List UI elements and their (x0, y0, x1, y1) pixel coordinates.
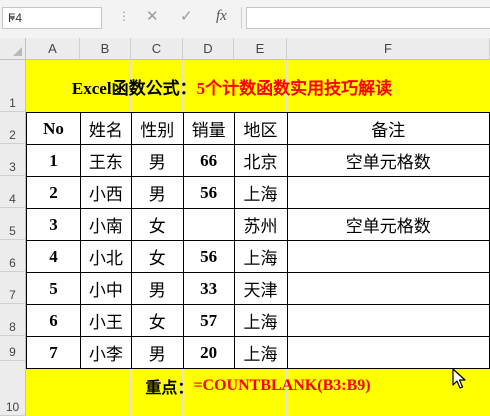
column-header-a[interactable]: A (26, 38, 80, 60)
row-header-5[interactable]: 5 (0, 208, 26, 240)
cell-remark[interactable] (286, 304, 490, 337)
cell-name[interactable]: 小中 (79, 272, 132, 305)
header-cell-remark[interactable]: 备注 (286, 112, 490, 145)
cell-no[interactable]: 6 (26, 304, 81, 337)
cell-name[interactable]: 小南 (79, 208, 132, 241)
table-row: 3 小南 女 苏州 空单元格数 (26, 208, 490, 241)
cell-name[interactable]: 小西 (79, 176, 132, 209)
cell-sales[interactable]: 33 (182, 272, 235, 305)
insert-function-icon[interactable]: fx (216, 8, 227, 25)
column-header-d[interactable]: D (183, 38, 234, 60)
row-header-3[interactable]: 3 (0, 144, 26, 176)
header-cell-region[interactable]: 地区 (233, 112, 288, 145)
table-row: 2 小西 男 56 上海 (26, 176, 490, 209)
row-header-8[interactable]: 8 (0, 304, 26, 336)
data-table: No 姓名 性别 销量 地区 备注 1 王东 男 66 北京 空单元格数 2 小… (26, 112, 490, 369)
table-row: 5 小中 男 33 天津 (26, 272, 490, 305)
cell-no[interactable]: 4 (26, 240, 81, 273)
cell-sales[interactable] (182, 208, 235, 241)
row-header-2[interactable]: 2 (0, 112, 26, 144)
cell-name[interactable]: 小王 (79, 304, 132, 337)
cell-gender[interactable]: 男 (130, 144, 184, 177)
formula-bar: F4 ▼ ⋮ ✕ ✓ fx (0, 0, 490, 39)
row-header-7[interactable]: 7 (0, 272, 26, 304)
cell-remark[interactable]: 空单元格数 (286, 144, 490, 177)
cell-remark[interactable] (286, 272, 490, 305)
cell-no[interactable]: 3 (26, 208, 81, 241)
divider (241, 7, 242, 29)
cell-gender[interactable]: 女 (130, 304, 184, 337)
table-row: 4 小北 女 56 上海 (26, 240, 490, 273)
mouse-pointer-icon (452, 368, 466, 389)
cell-remark[interactable]: 空单元格数 (286, 208, 490, 241)
column-header-b[interactable]: B (80, 38, 131, 60)
cell-region[interactable]: 天津 (233, 272, 288, 305)
row-header-6[interactable]: 6 (0, 240, 26, 272)
key-point-banner[interactable]: 重点： =COUNTBLANK(B3:B9) (26, 361, 490, 411)
column-header-e[interactable]: E (234, 38, 287, 60)
cell-no[interactable]: 1 (26, 144, 81, 177)
column-header-c[interactable]: C (131, 38, 183, 60)
row-header-10[interactable]: 10 (0, 361, 26, 416)
cell-gender[interactable]: 女 (130, 240, 184, 273)
row-header-4[interactable]: 4 (0, 176, 26, 208)
column-header-f[interactable]: F (287, 38, 490, 60)
title-prefix: Excel函数公式： (71, 78, 197, 98)
header-cell-sales[interactable]: 销量 (182, 112, 235, 145)
cell-sales[interactable]: 66 (182, 144, 235, 177)
cell-region[interactable]: 苏州 (233, 208, 288, 241)
key-point-label: 重点： (145, 380, 194, 397)
title-highlight: 5个计数函数实用技巧解读 (196, 78, 393, 98)
cell-gender[interactable]: 男 (130, 272, 184, 305)
select-all-button[interactable] (0, 38, 26, 60)
cell-gender[interactable]: 男 (130, 176, 184, 209)
cell-no[interactable]: 2 (26, 176, 81, 209)
formula-input[interactable] (246, 7, 490, 29)
cell-region[interactable]: 北京 (233, 144, 288, 177)
check-icon[interactable]: ✓ (180, 7, 193, 25)
cell-name[interactable]: 王东 (79, 144, 132, 177)
row-header-9[interactable]: 9 (0, 336, 26, 361)
cell-sales[interactable]: 56 (182, 240, 235, 273)
cancel-icon[interactable]: ✕ (146, 7, 159, 25)
cell-name[interactable]: 小北 (79, 240, 132, 273)
chevron-down-icon[interactable]: ▼ (8, 13, 97, 23)
table-row: 6 小王 女 57 上海 (26, 304, 490, 337)
cell-no[interactable]: 5 (26, 272, 81, 305)
sheet-title[interactable]: Excel函数公式： 5个计数函数实用技巧解读 (0, 60, 464, 112)
table-header-row: No 姓名 性别 销量 地区 备注 (26, 112, 490, 145)
cell-remark[interactable] (286, 176, 490, 209)
cell-sales[interactable]: 56 (182, 176, 235, 209)
header-cell-no[interactable]: No (26, 112, 81, 145)
drag-handle-icon[interactable]: ⋮ (118, 9, 131, 23)
cell-region[interactable]: 上海 (233, 304, 288, 337)
select-all-icon (13, 47, 22, 56)
key-point-formula: =COUNTBLANK(B3:B9) (193, 377, 371, 394)
cell-gender[interactable]: 女 (130, 208, 184, 241)
header-cell-gender[interactable]: 性别 (130, 112, 184, 145)
name-box[interactable]: F4 ▼ (2, 7, 102, 29)
cell-region[interactable]: 上海 (233, 240, 288, 273)
cell-region[interactable]: 上海 (233, 176, 288, 209)
table-row: 1 王东 男 66 北京 空单元格数 (26, 144, 490, 177)
cell-remark[interactable] (286, 240, 490, 273)
cell-sales[interactable]: 57 (182, 304, 235, 337)
header-cell-name[interactable]: 姓名 (79, 112, 132, 145)
